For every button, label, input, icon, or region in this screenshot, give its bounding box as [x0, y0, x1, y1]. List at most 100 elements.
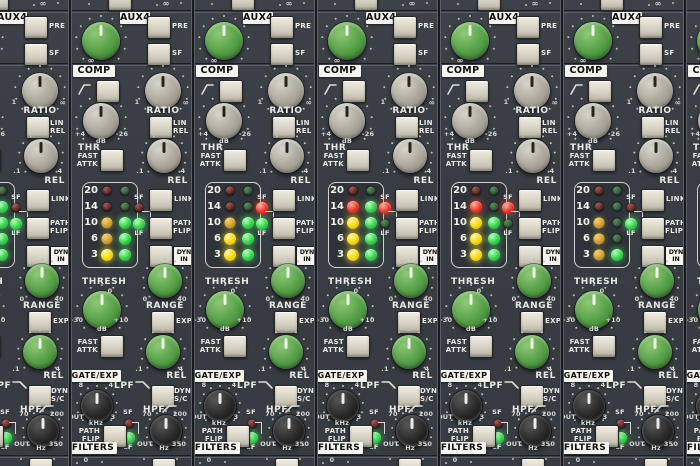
range-knob-cap[interactable]	[271, 264, 305, 298]
link-button[interactable]	[26, 189, 50, 212]
aux-sf-button[interactable]	[24, 43, 48, 66]
gate-fast-attack-button[interactable]	[469, 335, 493, 358]
comp-fast-attack-button[interactable]	[469, 149, 493, 172]
lin-rel-button[interactable]	[149, 116, 173, 139]
comp-path-flip-button[interactable]	[518, 217, 542, 240]
lin-rel-button[interactable]	[395, 116, 419, 139]
clipped-button-top[interactable]	[231, 0, 255, 11]
range-knob-cap[interactable]	[25, 264, 59, 298]
clipped-button-top[interactable]	[108, 0, 132, 11]
aux-pre-button[interactable]	[639, 16, 663, 39]
exp-button[interactable]	[643, 311, 667, 334]
clipped-knob-mark-bottom: 0	[204, 457, 214, 464]
aux4-knob-cap[interactable]	[205, 22, 243, 60]
exp-button[interactable]	[274, 311, 298, 334]
link-button[interactable]	[518, 189, 542, 212]
thresh-zero-mark: 0	[473, 288, 485, 295]
gate-fast-attack-button[interactable]	[223, 335, 247, 358]
range-knob-cap[interactable]	[148, 264, 182, 298]
clipped-button-top[interactable]	[0, 0, 9, 11]
comp-release-knob-cap[interactable]	[24, 139, 58, 173]
comp-release-knob-cap[interactable]	[639, 139, 673, 173]
aux4-knob-cap[interactable]	[82, 22, 120, 60]
comp-knee-button[interactable]	[219, 80, 243, 103]
gate-fast-attack-button[interactable]	[100, 335, 124, 358]
aux-sf-button[interactable]	[516, 43, 540, 66]
clipped-button-top[interactable]	[354, 0, 378, 11]
aux-sf-button[interactable]	[639, 43, 663, 66]
gate-fast-attack-button[interactable]	[346, 335, 370, 358]
comp-fast-attack-button[interactable]	[100, 149, 124, 172]
comp-release-knob-cap[interactable]	[393, 139, 427, 173]
aux-sf-button[interactable]	[270, 43, 294, 66]
exp-button[interactable]	[520, 311, 544, 334]
comp-knee-button[interactable]	[588, 80, 612, 103]
clipped-button-bottom[interactable]	[275, 458, 299, 466]
comp-path-flip-button[interactable]	[641, 217, 665, 240]
ratio-knob-cap[interactable]	[145, 73, 181, 109]
comp-path-flip-button[interactable]	[26, 217, 50, 240]
gate-fast-attack-button[interactable]	[0, 335, 1, 358]
ratio-knob-cap[interactable]	[22, 73, 58, 109]
range-knob-cap[interactable]	[517, 264, 551, 298]
comp-fast-attack-button[interactable]	[0, 149, 1, 172]
gate-fast-attack-button[interactable]	[592, 335, 616, 358]
aux-pre-button[interactable]	[24, 16, 48, 39]
ratio-knob-cap[interactable]	[514, 73, 550, 109]
range-knob-cap[interactable]	[394, 264, 428, 298]
comp-knee-button[interactable]	[465, 80, 489, 103]
clipped-button-top[interactable]	[477, 0, 501, 11]
exp-button[interactable]	[28, 311, 52, 334]
comp-release-knob-cap[interactable]	[516, 139, 550, 173]
aux-sf-button[interactable]	[393, 43, 417, 66]
gate-release-knob-cap[interactable]	[515, 335, 549, 369]
exp-button[interactable]	[397, 311, 421, 334]
gate-release-knob-cap[interactable]	[638, 335, 672, 369]
lin-rel-button[interactable]	[518, 116, 542, 139]
link-button[interactable]	[395, 189, 419, 212]
gate-release-knob-cap[interactable]	[146, 335, 180, 369]
aux4-knob-cap[interactable]	[574, 22, 612, 60]
clipped-button-bottom[interactable]	[152, 458, 176, 466]
clipped-button-bottom[interactable]	[521, 458, 545, 466]
lin-rel-button[interactable]	[641, 116, 665, 139]
meter-scale-10: 10	[84, 218, 98, 228]
aux-pre-button[interactable]	[393, 16, 417, 39]
aux4-knob-cap[interactable]	[328, 22, 366, 60]
ratio-knob-cap[interactable]	[391, 73, 427, 109]
gate-release-knob-cap[interactable]	[269, 335, 303, 369]
clipped-button-bottom[interactable]	[644, 458, 668, 466]
comp-knee-button[interactable]	[342, 80, 366, 103]
gate-release-knob-cap[interactable]	[392, 335, 426, 369]
comp-path-flip-button[interactable]	[272, 217, 296, 240]
aux-sf-button[interactable]	[147, 43, 171, 66]
aux-pre-button[interactable]	[270, 16, 294, 39]
aux-pre-button[interactable]	[147, 16, 171, 39]
clipped-button-bottom[interactable]	[398, 458, 422, 466]
comp-fast-attack-button[interactable]	[223, 149, 247, 172]
comp-release-knob-cap[interactable]	[147, 139, 181, 173]
comp-fast-attack-button[interactable]	[346, 149, 370, 172]
comp-release-knob-cap[interactable]	[270, 139, 304, 173]
comp-fast-attack-label: FAST ATTK	[73, 152, 98, 169]
clipped-button-bottom[interactable]	[29, 458, 53, 466]
lin-rel-button[interactable]	[26, 116, 50, 139]
range-knob-cap[interactable]	[640, 264, 674, 298]
lin-rel-button[interactable]	[272, 116, 296, 139]
clipped-button-top[interactable]	[600, 0, 624, 11]
comp-path-flip-button[interactable]	[395, 217, 419, 240]
comp-path-flip-button[interactable]	[149, 217, 173, 240]
comp-knee-button[interactable]	[96, 80, 120, 103]
link-button[interactable]	[641, 189, 665, 212]
aux4-knob-cap[interactable]	[451, 22, 489, 60]
ratio-knob-cap[interactable]	[637, 73, 673, 109]
link-button[interactable]	[149, 189, 173, 212]
link-button[interactable]	[272, 189, 296, 212]
aux-pre-button[interactable]	[516, 16, 540, 39]
gate-release-knob-cap[interactable]	[23, 335, 57, 369]
exp-button[interactable]	[151, 311, 175, 334]
filter-path-flip-button[interactable]	[0, 425, 4, 448]
ratio-knob-cap[interactable]	[268, 73, 304, 109]
gr-meter-led	[101, 249, 113, 261]
comp-fast-attack-button[interactable]	[592, 149, 616, 172]
